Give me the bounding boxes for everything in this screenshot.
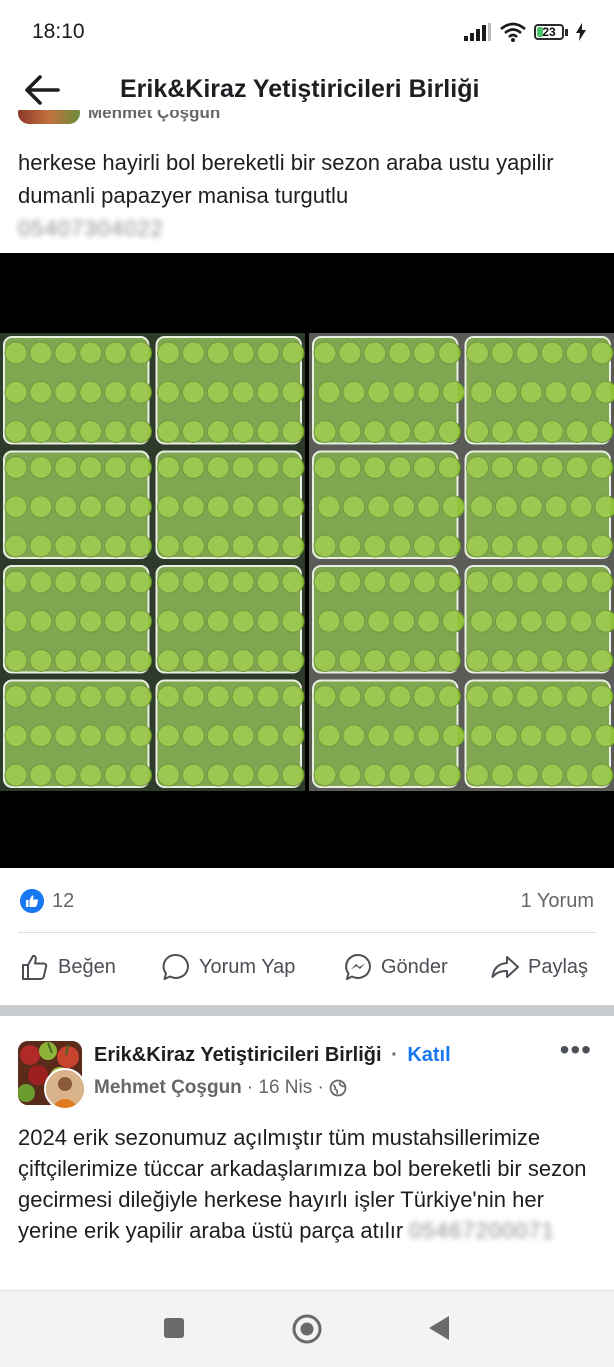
post2-group-name[interactable]: Erik&Kiraz Yetiştiricileri Birliği (94, 1044, 382, 1066)
like-count: 12 (52, 890, 75, 912)
back-triangle-icon[interactable] (428, 1315, 450, 1341)
post2-date: · 16 Nis · (246, 1077, 324, 1098)
home-circle-icon[interactable] (291, 1313, 323, 1345)
post2-meta: Mehmet Çoşgun · 16 Nis · (94, 1077, 347, 1099)
post2-text-block: 2024 erik sezonumuz açılmıştır tüm musta… (18, 1122, 598, 1246)
like-reaction-icon (20, 889, 44, 913)
reactions-row[interactable]: 12 1 Yorum (0, 880, 614, 924)
messenger-icon (345, 953, 371, 980)
divider (18, 932, 596, 933)
share-button[interactable]: Paylaş (490, 952, 588, 982)
share-label: Paylaş (528, 955, 589, 978)
wifi-icon (500, 22, 526, 42)
app-bar-title: Erik&Kiraz Yetiştiricileri Birliği (120, 75, 480, 103)
send-button[interactable]: Gönder (343, 952, 448, 982)
join-button[interactable]: Katıl (407, 1044, 450, 1066)
recents-square-icon[interactable] (163, 1317, 185, 1339)
system-nav-bar (0, 1290, 614, 1367)
plum-crates-image (3, 336, 305, 788)
post1-text-block: herkese hayirli bol bereketli bir sezon … (18, 146, 594, 245)
signal-icon (464, 23, 491, 41)
post1-text: herkese hayirli bol bereketli bir sezon … (18, 150, 554, 208)
like-label: Beğen (58, 955, 116, 978)
battery-level: 23 (542, 25, 556, 39)
photo-left[interactable] (0, 253, 305, 868)
post1-author-cut: Mehmet Çoşgun (88, 110, 221, 122)
more-options-icon[interactable]: ••• (560, 1036, 592, 1064)
back-arrow-icon[interactable] (22, 70, 62, 110)
status-time: 18:10 (32, 20, 85, 43)
post1-header-cut: Mehmet Çoşgun (0, 110, 614, 130)
status-bar: 18:10 23 (0, 0, 614, 62)
comment-button[interactable]: Yorum Yap (161, 952, 295, 982)
post2: Erik&Kiraz Yetiştiricileri Birliği · Kat… (0, 1016, 614, 1290)
post1-photos (0, 253, 614, 868)
like-button[interactable]: Beğen (20, 952, 116, 982)
post1-actions: Beğen Yorum Yap Gönder Paylaş (0, 944, 614, 992)
send-label: Gönder (381, 955, 448, 978)
globe-icon (329, 1079, 347, 1097)
post2-group-line: Erik&Kiraz Yetiştiricileri Birliği · Kat… (94, 1044, 451, 1067)
share-arrow-icon (491, 956, 519, 978)
post2-phone-blurred: 05467200071 (409, 1218, 555, 1243)
avatar (18, 110, 80, 124)
comment-count[interactable]: 1 Yorum (521, 890, 594, 913)
thumbs-up-icon (22, 954, 48, 980)
photo-right[interactable] (309, 253, 614, 868)
post2-dot: · (391, 1044, 398, 1066)
charging-icon (576, 23, 586, 41)
post-separator (0, 1005, 614, 1016)
comment-label: Yorum Yap (199, 955, 296, 978)
battery-icon: 23 (534, 24, 568, 40)
status-icons: 23 (464, 22, 586, 42)
comment-bubble-icon (162, 953, 189, 980)
post2-author[interactable]: Mehmet Çoşgun (94, 1077, 242, 1099)
post1-phone-blurred: 05407304022 (18, 216, 164, 241)
avatar[interactable] (44, 1068, 86, 1110)
plum-crates-image (312, 336, 614, 788)
